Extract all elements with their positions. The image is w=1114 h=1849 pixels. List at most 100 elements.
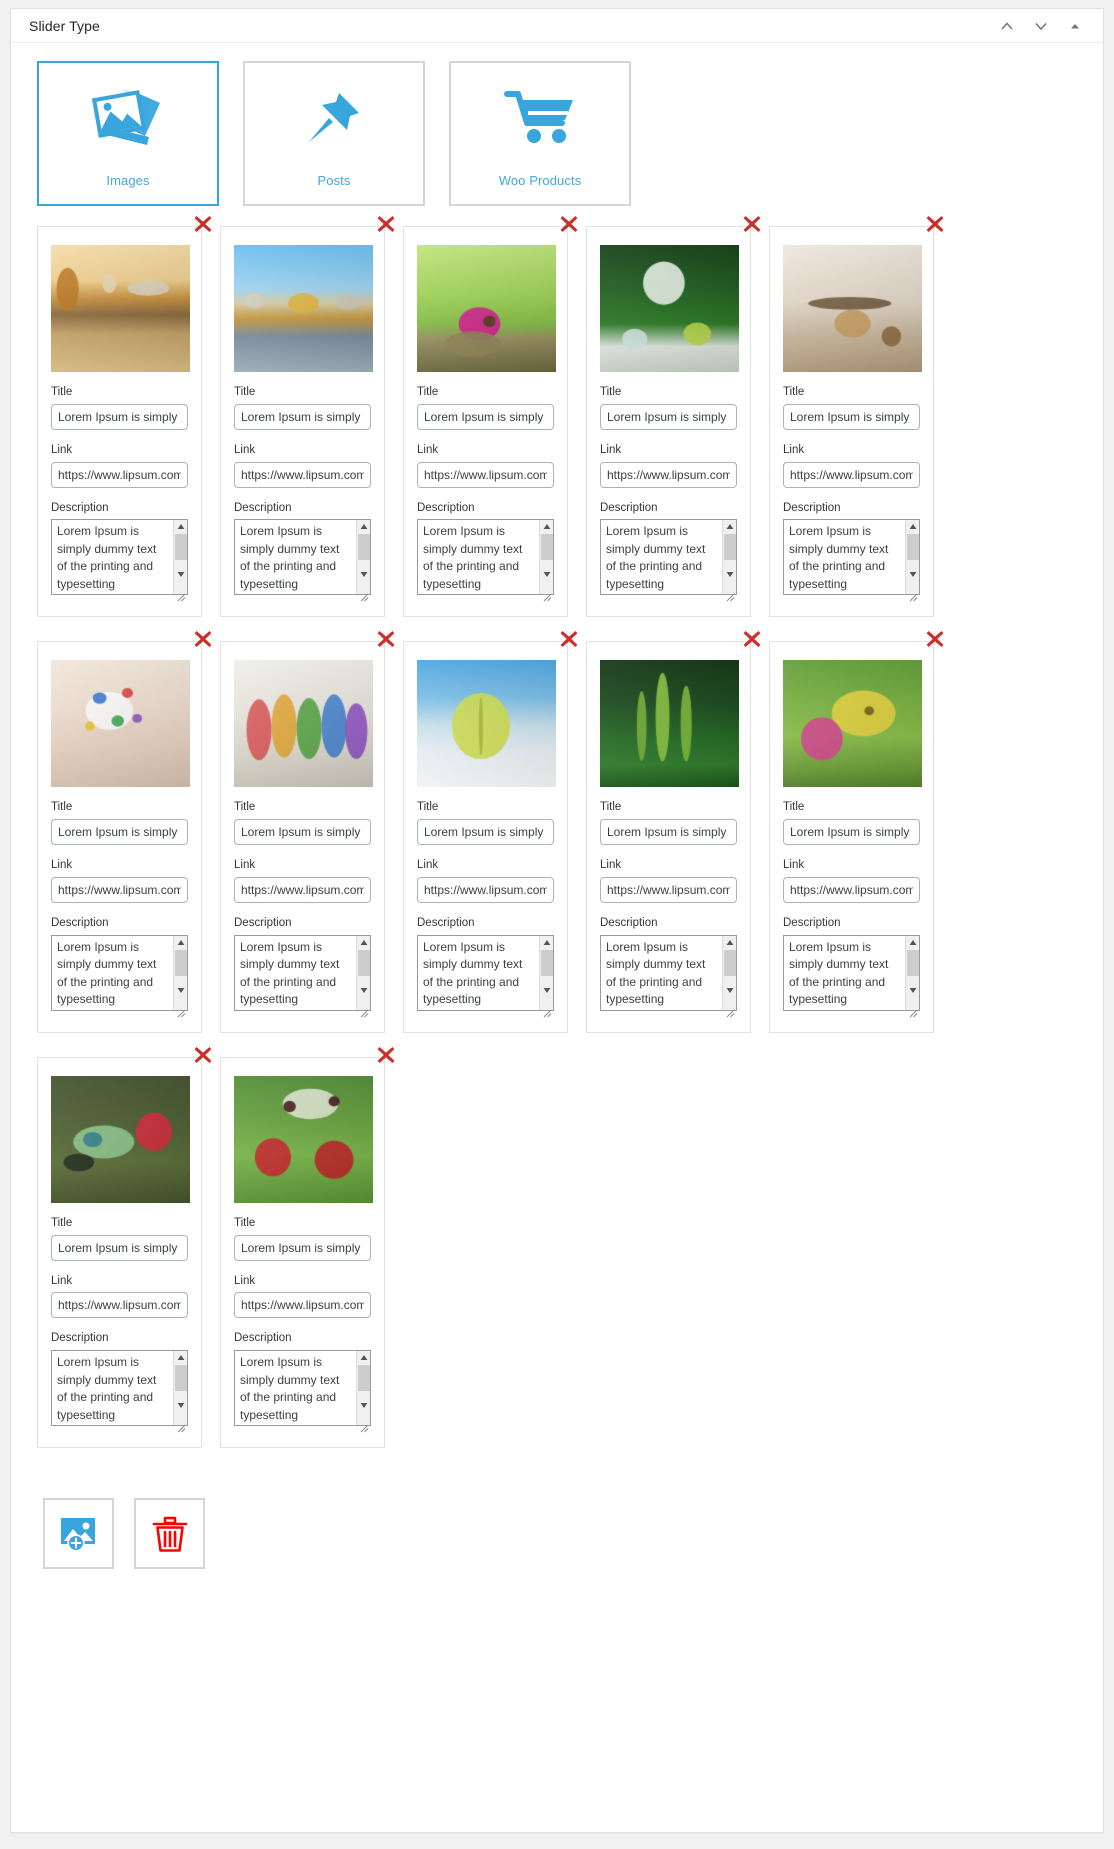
slider-type-images[interactable]: Images: [37, 61, 219, 206]
title-field-label: Title: [600, 801, 622, 814]
panel-body: Images Posts Woo Products Title Lorem Ip…: [11, 43, 1103, 1831]
collapse-triangle-icon[interactable]: [1067, 18, 1083, 34]
slider-type-posts[interactable]: Posts: [243, 61, 425, 206]
link-field-label: Link: [234, 859, 256, 872]
slide-title-input[interactable]: [51, 403, 188, 430]
slide-title-input[interactable]: [234, 819, 371, 846]
slide-description-textarea[interactable]: [600, 934, 737, 1011]
textarea-resize-handle[interactable]: [543, 589, 552, 602]
delete-slide-button[interactable]: [558, 213, 580, 235]
slide-link-input[interactable]: [51, 876, 188, 903]
slide-link-input[interactable]: [600, 876, 737, 903]
link-field-label: Link: [783, 443, 805, 456]
slide-link-input[interactable]: [51, 461, 188, 488]
slide-thumbnail[interactable]: [600, 245, 739, 372]
description-field-label: Description: [234, 1332, 292, 1345]
slide-description-textarea[interactable]: [51, 934, 188, 1011]
chevron-down-icon[interactable]: [1033, 18, 1049, 34]
delete-slide-button[interactable]: [558, 628, 580, 650]
slide-title-input[interactable]: [234, 403, 371, 430]
textarea-resize-handle[interactable]: [360, 1420, 369, 1433]
slide-thumbnail[interactable]: [51, 245, 190, 372]
delete-slide-button[interactable]: [375, 1044, 397, 1066]
textarea-resize-handle[interactable]: [360, 589, 369, 602]
textarea-resize-handle[interactable]: [360, 1005, 369, 1018]
slide-thumbnail[interactable]: [234, 245, 373, 372]
header-actions: [999, 18, 1093, 34]
slide-row: Title Link Description Title Link Description…: [11, 631, 1103, 1033]
slide-thumbnail[interactable]: [234, 660, 373, 788]
slide-thumbnail[interactable]: [234, 1075, 373, 1203]
textarea-resize-handle[interactable]: [909, 589, 918, 602]
add-image-icon: [59, 1516, 99, 1552]
slide-card: Title Link Description: [37, 631, 212, 1033]
slide-description-textarea[interactable]: [51, 1350, 188, 1427]
slide-description-textarea[interactable]: [783, 934, 920, 1011]
textarea-resize-handle[interactable]: [726, 589, 735, 602]
delete-slide-button[interactable]: [741, 213, 763, 235]
slide-description-textarea[interactable]: [783, 519, 920, 596]
link-field-label: Link: [417, 443, 439, 456]
slide-row: Title Link Description Title Link Description…: [11, 216, 1103, 618]
link-field-label: Link: [600, 443, 622, 456]
textarea-resize-handle[interactable]: [726, 1005, 735, 1018]
slide-link-input[interactable]: [783, 461, 920, 488]
chevron-up-icon[interactable]: [999, 18, 1015, 34]
slide-title-input[interactable]: [600, 819, 737, 846]
textarea-resize-handle[interactable]: [177, 1420, 186, 1433]
slide-link-input[interactable]: [600, 461, 737, 488]
slide-link-input[interactable]: [234, 876, 371, 903]
delete-slide-button[interactable]: [192, 628, 214, 650]
slide-description-textarea[interactable]: [234, 519, 371, 596]
delete-slide-button[interactable]: [924, 213, 946, 235]
delete-slide-button[interactable]: [741, 628, 763, 650]
delete-slide-button[interactable]: [375, 213, 397, 235]
delete-slide-button[interactable]: [924, 628, 946, 650]
slide-thumbnail[interactable]: [51, 1075, 190, 1203]
delete-slide-button[interactable]: [192, 213, 214, 235]
slide-description-textarea[interactable]: [417, 934, 554, 1011]
slider-type-panel: Slider Type Images Posts Woo Products Ti…: [10, 8, 1104, 1833]
slide-title-input[interactable]: [51, 819, 188, 846]
slide-thumbnail[interactable]: [51, 660, 190, 788]
slide-link-input[interactable]: [234, 1292, 371, 1319]
delete-slide-button[interactable]: [192, 1044, 214, 1066]
slider-type-woo-products[interactable]: Woo Products: [449, 61, 631, 206]
delete-all-button[interactable]: [134, 1498, 205, 1570]
slide-description-textarea[interactable]: [234, 934, 371, 1011]
slide-description-textarea[interactable]: [51, 519, 188, 596]
slide-title-input[interactable]: [234, 1234, 371, 1261]
textarea-resize-handle[interactable]: [909, 1005, 918, 1018]
slide-title-input[interactable]: [417, 403, 554, 430]
slide-thumbnail[interactable]: [783, 660, 922, 788]
slide-thumbnail[interactable]: [600, 660, 739, 788]
slide-description-textarea[interactable]: [234, 1350, 371, 1427]
slide-thumbnail[interactable]: [417, 245, 556, 372]
slide-thumbnail[interactable]: [783, 245, 922, 372]
slide-title-input[interactable]: [600, 403, 737, 430]
slide-description-textarea[interactable]: [600, 519, 737, 596]
slide-description-textarea[interactable]: [417, 519, 554, 596]
textarea-resize-handle[interactable]: [543, 1005, 552, 1018]
slide-title-input[interactable]: [783, 403, 920, 430]
add-image-button[interactable]: [43, 1498, 114, 1570]
title-field-label: Title: [234, 1216, 256, 1229]
slider-type-label: Images: [106, 173, 150, 188]
slide-link-input[interactable]: [783, 876, 920, 903]
description-field-label: Description: [417, 916, 475, 929]
link-field-label: Link: [234, 1274, 256, 1287]
slide-link-input[interactable]: [417, 876, 554, 903]
slide-title-input[interactable]: [417, 819, 554, 846]
slide-card: Title Link Description: [220, 631, 395, 1033]
slide-card: Title Link Description: [769, 216, 944, 618]
slide-link-input[interactable]: [417, 461, 554, 488]
delete-slide-button[interactable]: [375, 628, 397, 650]
textarea-resize-handle[interactable]: [177, 1005, 186, 1018]
slide-thumbnail[interactable]: [417, 660, 556, 788]
slide-title-input[interactable]: [783, 819, 920, 846]
slide-title-input[interactable]: [51, 1234, 188, 1261]
link-field-label: Link: [417, 859, 439, 872]
slide-link-input[interactable]: [234, 461, 371, 488]
textarea-resize-handle[interactable]: [177, 589, 186, 602]
slide-link-input[interactable]: [51, 1292, 188, 1319]
